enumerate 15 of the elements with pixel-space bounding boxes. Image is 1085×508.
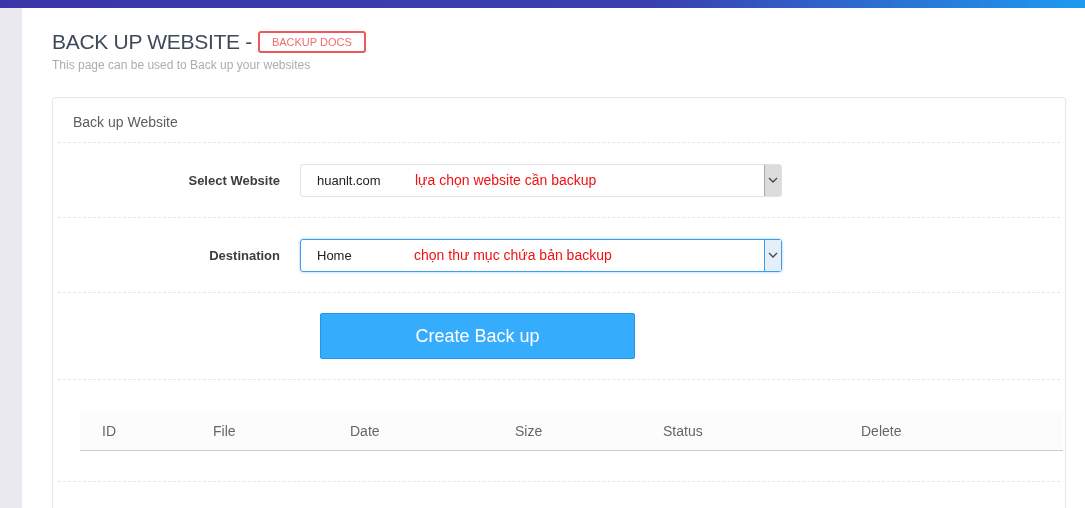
annotation-text: lựa chọn website cần backup [415,171,597,188]
select-field[interactable]: Home chọn thư mục chứa bản backup [300,238,782,272]
column-header: ID [102,422,117,439]
page-title: BACK UP WEBSITE - [52,30,252,54]
field-label: Select Website [187,172,281,188]
select-field[interactable]: huanlt.com lựa chọn website cần backup [300,163,782,197]
column-header: File [213,422,237,439]
column-header: Status [663,422,704,439]
column-header: Delete [861,422,903,439]
column-header: Size [515,422,544,439]
column-header: Date [350,422,381,439]
field-label: Destination [208,247,281,263]
card-title: Back up Website [58,98,1060,143]
page-subtitle: This page can be used to Back up your websites [52,58,312,72]
annotation-text: chọn thư mục chứa bản backup [414,246,612,263]
